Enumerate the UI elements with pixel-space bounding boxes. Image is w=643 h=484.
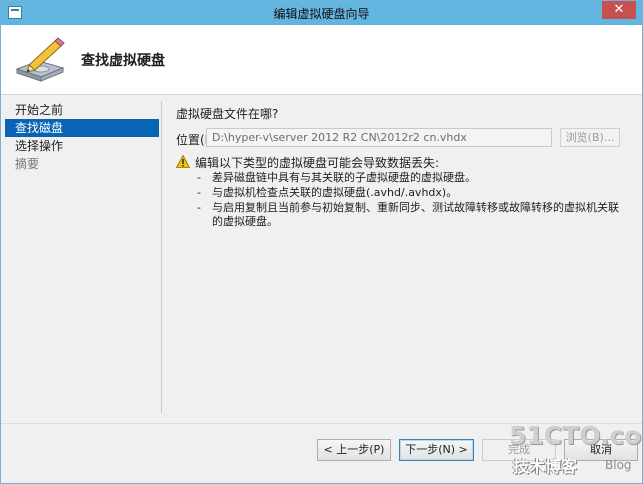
watermark-blog: Blog (605, 458, 632, 472)
watermark-logo-text: 51CTO.com (509, 421, 643, 450)
location-question: 虚拟硬盘文件在哪? (176, 107, 279, 121)
location-row: 位置(L): 浏览(B)... (176, 128, 626, 148)
watermark: 51CTO.com 技术博客 Blog (509, 421, 643, 481)
location-input[interactable] (206, 128, 552, 147)
warning-item-text: 差异磁盘链中具有与其关联的子虚拟硬盘的虚拟硬盘。 (212, 171, 476, 184)
nav-item-before-you-begin[interactable]: 开始之前 (5, 101, 159, 119)
warning-icon (176, 155, 190, 168)
list-item: - 与启用复制且当前参与初始复制、重新同步、测试故障转移或故障转移的虚拟机关联的虚… (197, 201, 627, 229)
watermark-subtitle: 技术博客 (513, 457, 578, 476)
next-button[interactable]: 下一步(N) > (399, 439, 474, 461)
wizard-steps-nav: 开始之前 查找磁盘 选择操作 摘要 (5, 101, 159, 173)
nav-divider (161, 101, 162, 413)
list-item: - 差异磁盘链中具有与其关联的子虚拟硬盘的虚拟硬盘。 (197, 171, 627, 185)
window-title: 编辑虚拟硬盘向导 (273, 7, 370, 21)
list-item: - 与虚拟机检查点关联的虚拟硬盘(.avhd/.avhdx)。 (197, 186, 627, 200)
list-dash: - (197, 201, 201, 214)
browse-button[interactable]: 浏览(B)... (560, 128, 620, 147)
disk-pencil-icon (15, 37, 65, 82)
list-dash: - (197, 171, 201, 184)
close-button[interactable]: ✕ (602, 1, 636, 19)
page-heading: 查找虚拟硬盘 (81, 53, 165, 69)
warning-item-text: 与启用复制且当前参与初始复制、重新同步、测试故障转移或故障转移的虚拟机关联的虚拟… (212, 201, 619, 228)
wizard-window: 编辑虚拟硬盘向导 ✕ 查找虚拟硬盘 开始之前 查找磁盘 选择操作 摘要 虚拟硬盘… (0, 0, 643, 484)
warning-list: - 差异磁盘链中具有与其关联的子虚拟硬盘的虚拟硬盘。 - 与虚拟机检查点关联的虚拟硬… (197, 171, 627, 230)
title-bar[interactable]: 编辑虚拟硬盘向导 ✕ (1, 1, 642, 25)
warning-title: 编辑以下类型的虚拟硬盘可能会导致数据丢失: (195, 156, 440, 170)
content-pane: 虚拟硬盘文件在哪? 位置(L): 浏览(B)... 编辑以下类型的虚拟硬盘可能会… (176, 105, 626, 228)
nav-item-locate-disk[interactable]: 查找磁盘 (5, 119, 159, 137)
previous-button[interactable]: < 上一步(P) (317, 439, 391, 461)
nav-item-summary: 摘要 (15, 157, 40, 171)
nav-item-choose-action[interactable]: 选择操作 (5, 137, 159, 155)
warning-item-text: 与虚拟机检查点关联的虚拟硬盘(.avhd/.avhdx)。 (212, 186, 458, 199)
wizard-header: 查找虚拟硬盘 (1, 25, 642, 95)
list-dash: - (197, 186, 201, 199)
